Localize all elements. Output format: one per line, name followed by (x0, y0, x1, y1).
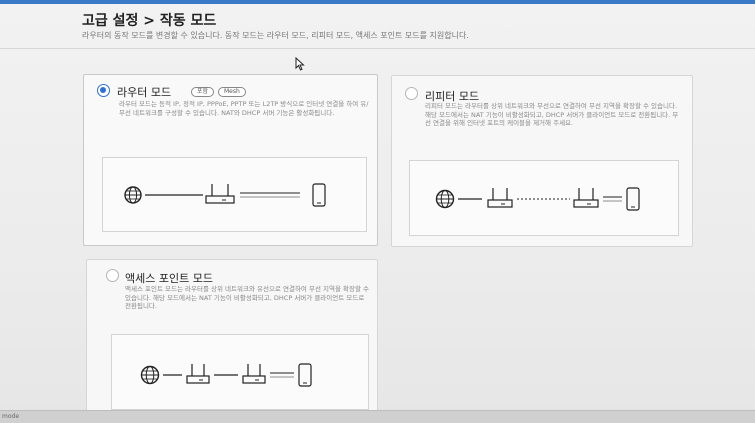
page-subtitle: 라우터의 동작 모드를 변경할 수 있습니다. 동작 모드는 라우터 모드, 리… (82, 31, 469, 40)
repeater-mode-card[interactable]: 리피터 모드 리피터 모드는 라우터를 상위 네트워크와 무선으로 연결하여 무… (391, 75, 693, 247)
globe-icon (140, 365, 160, 385)
repeater-mode-description: 리피터 모드는 라우터를 상위 네트워크와 무선으로 연결하여 무선 지역을 확… (425, 102, 679, 127)
repeater-topology-svg (435, 187, 640, 211)
top-accent-bar (0, 0, 755, 4)
page-title: 고급 설정 > 작동 모드 (82, 13, 217, 29)
phone-icon (312, 183, 326, 207)
access-point-mode-title: 액세스 포인트 모드 (125, 272, 213, 285)
repeater-mode-diagram (409, 160, 679, 236)
repeater-mode-radio[interactable] (405, 87, 418, 100)
globe-icon (435, 189, 455, 209)
router-topology-svg (124, 183, 326, 207)
access-point-mode-description: 액세스 포인트 모드는 라우터를 상위 네트워크와 유선으로 연결하여 무선 지… (125, 285, 369, 310)
globe-icon (124, 186, 142, 204)
router-icon (487, 188, 513, 208)
page: 고급 설정 > 작동 모드 라우터의 동작 모드를 변경할 수 있습니다. 동작… (0, 0, 755, 423)
router-icon (205, 184, 235, 204)
status-bar: mode (0, 410, 755, 423)
router-mode-title: 라우터 모드 (117, 86, 172, 99)
router-icon (186, 364, 210, 384)
router-icon (573, 188, 599, 208)
access-point-mode-card[interactable]: 액세스 포인트 모드 액세스 포인트 모드는 라우터를 상위 네트워크와 유선으… (86, 259, 378, 417)
router-mode-diagram (102, 157, 367, 232)
header-divider (0, 48, 755, 49)
cursor-icon (295, 56, 305, 75)
access-point-mode-radio[interactable] (106, 269, 119, 282)
router-mode-card[interactable]: 라우터 모드 포함 Mesh 라우터 모드는 동적 IP, 정적 IP, PPP… (83, 74, 378, 246)
badge-mesh: Mesh (218, 87, 246, 97)
access-point-mode-diagram (111, 334, 369, 410)
router-icon (242, 364, 266, 384)
router-mode-radio[interactable] (97, 84, 110, 97)
badge-included: 포함 (191, 87, 215, 97)
router-mode-description: 라우터 모드는 동적 IP, 정적 IP, PPPoE, PPTP 또는 L2T… (119, 100, 369, 117)
access-point-topology-svg (140, 363, 312, 387)
phone-icon (626, 187, 640, 211)
status-text: mode (2, 413, 20, 420)
phone-icon (298, 363, 312, 387)
